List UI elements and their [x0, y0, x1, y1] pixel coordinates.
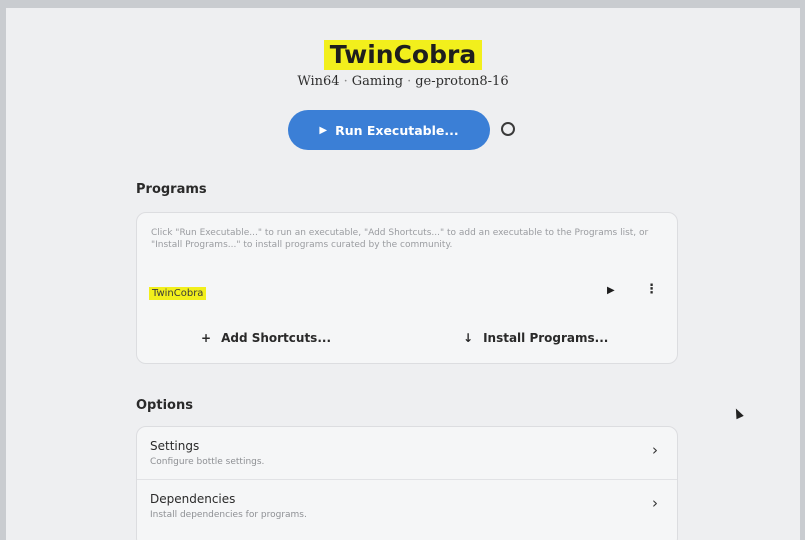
dependencies-title: Dependencies: [150, 492, 236, 506]
mouse-cursor-icon: [732, 406, 744, 420]
run-executable-label: Run Executable...: [335, 122, 459, 138]
download-icon: ↓: [463, 331, 474, 345]
program-name: TwinCobra: [149, 287, 207, 300]
bottle-subtitle: Win64 · Gaming · ge-proton8-16: [6, 74, 800, 89]
more-vertical-icon[interactable]: ⋮: [645, 283, 658, 296]
chevron-right-icon: ›: [652, 441, 658, 459]
settings-row[interactable]: Settings Configure bottle settings. ›: [137, 427, 677, 480]
programs-hint: Click "Run Executable..." to run an exec…: [151, 228, 649, 250]
dependencies-subtitle: Install dependencies for programs.: [150, 510, 307, 520]
chevron-right-icon: ›: [652, 494, 658, 512]
install-programs-button[interactable]: ↓ Install Programs...: [463, 331, 608, 345]
separator-dot: ·: [343, 74, 348, 89]
programs-section-title: Programs: [136, 182, 207, 197]
settings-subtitle: Configure bottle settings.: [150, 457, 265, 467]
settings-title: Settings: [150, 439, 200, 453]
bottle-arch: Win64: [297, 74, 340, 89]
bottle-header: TwinCobra Win64 · Gaming · ge-proton8-16: [6, 40, 800, 89]
bottle-details-window: TwinCobra Win64 · Gaming · ge-proton8-16 ▶ R…: [6, 8, 800, 540]
programs-actions: + Add Shortcuts... ↓ Install Programs...: [137, 327, 677, 353]
add-shortcuts-label: Add Shortcuts...: [221, 331, 332, 345]
bottle-runner: ge-proton8-16: [415, 74, 509, 89]
status-circle-icon[interactable]: [501, 122, 515, 136]
options-section-title: Options: [136, 398, 193, 413]
bottle-category: Gaming: [351, 74, 404, 89]
plus-icon: +: [201, 331, 212, 345]
bottle-title: TwinCobra: [323, 40, 483, 70]
dependencies-row[interactable]: Dependencies Install dependencies for pr…: [137, 480, 677, 532]
install-programs-label: Install Programs...: [483, 331, 609, 345]
play-icon: ▶: [319, 124, 328, 136]
program-row[interactable]: TwinCobra ▶ ⋮: [137, 275, 677, 307]
options-card: Settings Configure bottle settings. › De…: [136, 426, 678, 540]
add-shortcuts-button[interactable]: + Add Shortcuts...: [201, 331, 331, 345]
separator-dot: ·: [407, 74, 412, 89]
programs-card: Click "Run Executable..." to run an exec…: [136, 212, 678, 364]
run-executable-button[interactable]: ▶ Run Executable...: [288, 110, 490, 150]
play-icon[interactable]: ▶: [607, 285, 615, 296]
